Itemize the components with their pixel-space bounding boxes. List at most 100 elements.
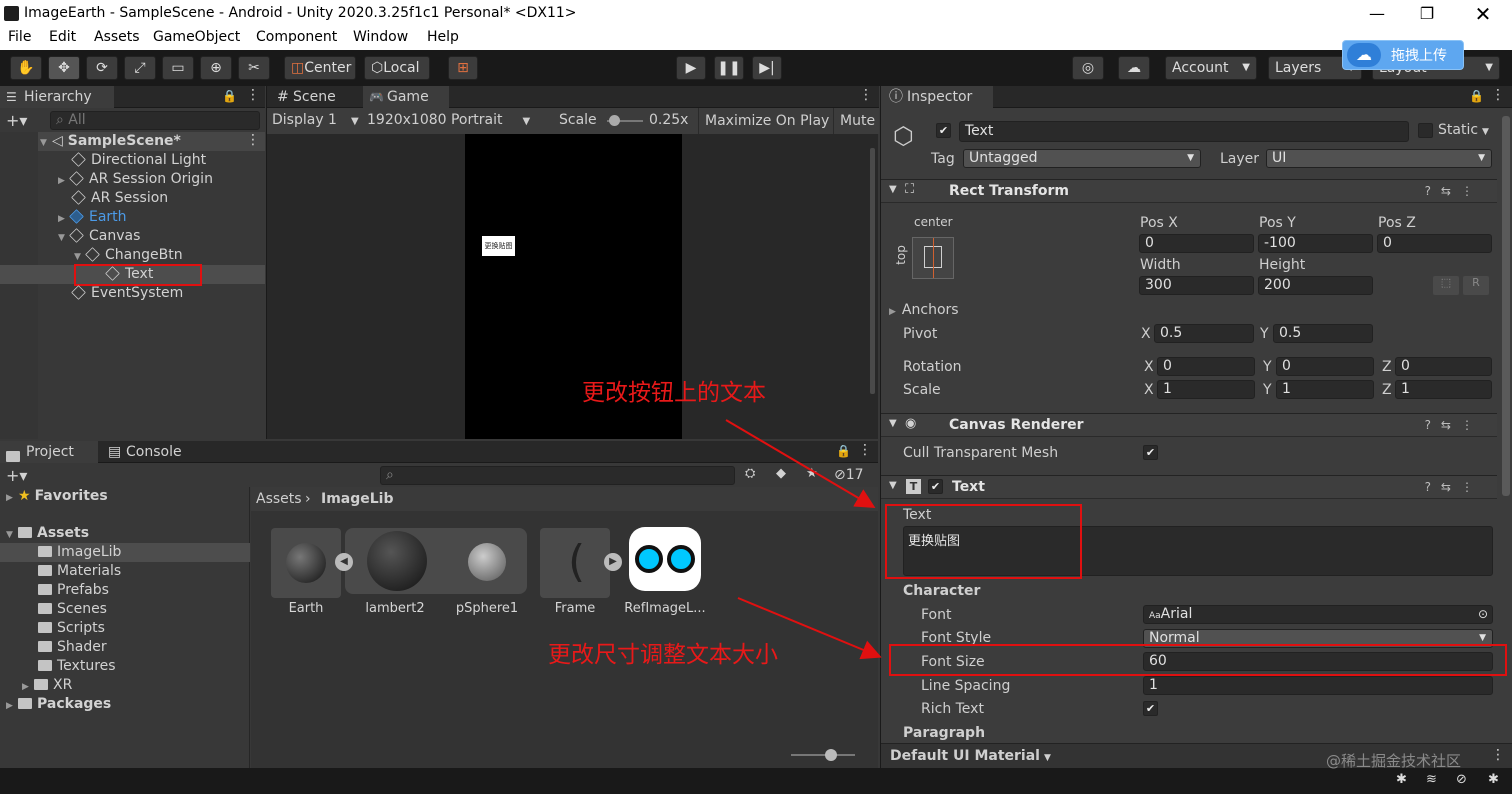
scale-tool-icon[interactable]: ⤢ xyxy=(124,56,156,80)
hierarchy-item-ar-session-origin[interactable]: ▶ AR Session Origin xyxy=(58,170,213,189)
bug-report-icon[interactable]: ✱ xyxy=(1488,772,1499,787)
pivot-y-field[interactable]: 0.5 xyxy=(1273,324,1373,343)
close-button[interactable]: ✕ xyxy=(1458,0,1508,28)
lambert2-sphere-icon[interactable] xyxy=(367,531,427,591)
scale-y-field[interactable]: 1 xyxy=(1276,380,1374,399)
font-object-field[interactable]: AaArial ⊙ xyxy=(1143,605,1493,624)
tree-textures[interactable]: Textures xyxy=(38,657,116,676)
minimize-button[interactable]: — xyxy=(1352,0,1402,28)
menu-assets[interactable]: Assets xyxy=(94,29,140,45)
collapse-arrow-icon[interactable]: ◀ xyxy=(335,553,353,571)
cache-server-icon[interactable]: ≋ xyxy=(1426,772,1437,787)
custom-tool-icon[interactable]: ✂ xyxy=(238,56,270,80)
collab-icon[interactable]: ◎ xyxy=(1072,56,1104,80)
maximize-on-play-toggle[interactable]: Maximize On Play xyxy=(698,108,835,134)
grid-snap-icon[interactable]: ⊞ xyxy=(448,56,478,80)
text-component-header[interactable]: ▼ T ✔ Text ?⇆⋮ xyxy=(881,475,1497,499)
menu-window[interactable]: Window xyxy=(353,29,408,45)
blueprint-mode-icon[interactable]: ⬚ xyxy=(1433,276,1459,295)
hierarchy-item-samplescene[interactable]: ▼ ◁ SampleScene* xyxy=(40,132,181,151)
menu-component[interactable]: Component xyxy=(256,29,337,45)
hierarchy-item-eventsystem[interactable]: EventSystem xyxy=(71,284,183,303)
upload-badge[interactable]: ☁ 拖拽上传 xyxy=(1342,40,1464,70)
auto-generate-lighting-icon[interactable]: ⊘ xyxy=(1456,772,1467,787)
more-menu-icon[interactable]: ⋮ xyxy=(1491,747,1505,763)
object-name-field[interactable]: Text xyxy=(959,121,1409,142)
tree-assets[interactable]: ▼ Assets xyxy=(6,524,89,543)
rich-text-checkbox[interactable]: ✔ xyxy=(1143,701,1158,716)
raw-edit-mode-icon[interactable]: R xyxy=(1463,276,1489,295)
menu-gameobject[interactable]: GameObject xyxy=(153,29,240,45)
psphere1-sphere-icon[interactable] xyxy=(468,543,506,581)
posx-field[interactable]: 0 xyxy=(1139,234,1254,253)
rect-transform-header[interactable]: ▼ ⛶ Rect Transform ?⇆⋮ xyxy=(881,179,1497,203)
anchors-foldout[interactable]: ▶ Anchors xyxy=(889,302,959,318)
tab-project[interactable]: Project xyxy=(0,441,98,463)
hierarchy-item-earth[interactable]: ▶ Earth xyxy=(58,208,127,227)
inspector-scrollbar[interactable] xyxy=(1502,116,1510,496)
expand-arrow-icon[interactable]: ▶ xyxy=(604,553,622,571)
text-enabled-checkbox[interactable]: ✔ xyxy=(928,479,943,494)
thumbnail-size-handle[interactable] xyxy=(825,749,837,761)
menu-edit[interactable]: Edit xyxy=(49,29,76,45)
hierarchy-item-ar-session[interactable]: AR Session xyxy=(71,189,168,208)
lock-icon[interactable]: 🔒 xyxy=(836,444,851,458)
tag-dropdown[interactable]: Untagged ▼ xyxy=(963,149,1201,168)
account-dropdown[interactable]: Account ▼ xyxy=(1165,56,1257,80)
tree-scripts[interactable]: Scripts xyxy=(38,619,105,638)
pivot-local-button[interactable]: ⬡Local xyxy=(364,56,430,80)
thumbnail-size-slider[interactable] xyxy=(791,754,855,756)
add-object-icon[interactable]: +▾ xyxy=(6,111,27,130)
rotate-tool-icon[interactable]: ⟳ xyxy=(86,56,118,80)
hierarchy-item-canvas[interactable]: ▼ Canvas xyxy=(58,227,140,246)
pivot-center-button[interactable]: ◫Center xyxy=(284,56,356,80)
scale-z-field[interactable]: 1 xyxy=(1395,380,1492,399)
filter-label-icon[interactable]: ◆ xyxy=(776,466,786,481)
tree-imagelib[interactable]: ImageLib xyxy=(38,543,121,562)
tab-inspector[interactable]: ⓘ Inspector xyxy=(881,86,993,108)
tree-scenes[interactable]: Scenes xyxy=(38,600,107,619)
menu-help[interactable]: Help xyxy=(427,29,459,45)
tree-prefabs[interactable]: Prefabs xyxy=(38,581,109,600)
active-checkbox[interactable]: ✔ xyxy=(936,123,951,138)
tab-game[interactable]: 🎮 Game xyxy=(363,86,449,108)
pivot-x-field[interactable]: 0.5 xyxy=(1154,324,1254,343)
rotation-z-field[interactable]: 0 xyxy=(1395,357,1492,376)
mute-toggle[interactable]: Mute xyxy=(833,108,881,134)
lock-icon[interactable]: 🔒 xyxy=(1469,89,1484,103)
height-field[interactable]: 200 xyxy=(1258,276,1373,295)
filter-type-icon[interactable]: ⛭ xyxy=(745,466,755,481)
width-field[interactable]: 300 xyxy=(1139,276,1254,295)
component-menu-icons[interactable]: ?⇆⋮ xyxy=(1425,418,1483,432)
more-menu-icon[interactable]: ⋮ xyxy=(1491,87,1505,103)
static-checkbox[interactable] xyxy=(1418,123,1433,138)
hierarchy-item-directional-light[interactable]: Directional Light xyxy=(71,151,206,170)
static-dropdown[interactable]: Static ▼ xyxy=(1438,122,1489,138)
tree-xr[interactable]: ▶ XR xyxy=(22,676,72,695)
anchor-preset-button[interactable] xyxy=(912,237,954,279)
transform-tool-icon[interactable]: ⊕ xyxy=(200,56,232,80)
asset-frame-thumb[interactable]: ( xyxy=(540,528,610,598)
breadcrumb-imagelib[interactable]: ImageLib xyxy=(321,491,394,507)
more-menu-icon[interactable]: ⋮ xyxy=(859,87,873,103)
step-button[interactable]: ▶| xyxy=(752,56,782,80)
posz-field[interactable]: 0 xyxy=(1377,234,1492,253)
tree-packages[interactable]: ▶ Packages xyxy=(6,695,111,714)
more-menu-icon[interactable]: ⋮ xyxy=(246,87,260,103)
tab-console[interactable]: ▤ Console xyxy=(102,441,202,463)
maximize-button[interactable]: ❐ xyxy=(1402,0,1452,28)
move-tool-icon[interactable]: ✥ xyxy=(48,56,80,80)
object-picker-icon[interactable]: ⊙ xyxy=(1478,606,1488,623)
tab-scene[interactable]: # Scene xyxy=(269,86,361,108)
tree-favorites[interactable]: ▶ ★ Favorites xyxy=(6,487,108,506)
component-menu-icons[interactable]: ?⇆⋮ xyxy=(1425,184,1483,198)
hierarchy-item-changebtn[interactable]: ▼ ChangeBtn xyxy=(74,246,183,265)
line-spacing-field[interactable]: 1 xyxy=(1143,676,1493,695)
lock-icon[interactable]: 🔒 xyxy=(222,89,237,103)
create-asset-icon[interactable]: +▾ xyxy=(6,466,27,485)
layer-dropdown[interactable]: UI ▼ xyxy=(1266,149,1492,168)
posy-field[interactable]: -100 xyxy=(1258,234,1373,253)
asset-earth-thumb[interactable] xyxy=(271,528,341,598)
tree-materials[interactable]: Materials xyxy=(38,562,121,581)
menu-file[interactable]: File xyxy=(8,29,31,45)
